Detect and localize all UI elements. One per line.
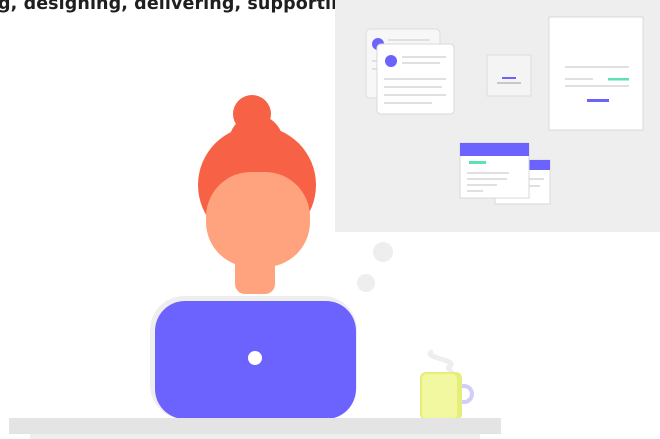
widget-card bbox=[486, 54, 532, 97]
page-card bbox=[548, 16, 644, 131]
window-card-front bbox=[459, 142, 530, 199]
hair-bun-upper bbox=[233, 95, 271, 133]
document-card-front bbox=[376, 43, 455, 115]
desk bbox=[9, 418, 501, 439]
face bbox=[206, 172, 310, 267]
wall-board bbox=[335, 0, 660, 232]
thought-bubble bbox=[357, 242, 393, 292]
illustration bbox=[9, 0, 660, 439]
coffee-mug bbox=[420, 349, 474, 420]
desk-shadow bbox=[30, 434, 480, 439]
desk-top bbox=[9, 418, 501, 434]
laptop bbox=[150, 296, 357, 419]
person bbox=[198, 95, 316, 294]
laptop-logo-dot bbox=[248, 351, 262, 365]
